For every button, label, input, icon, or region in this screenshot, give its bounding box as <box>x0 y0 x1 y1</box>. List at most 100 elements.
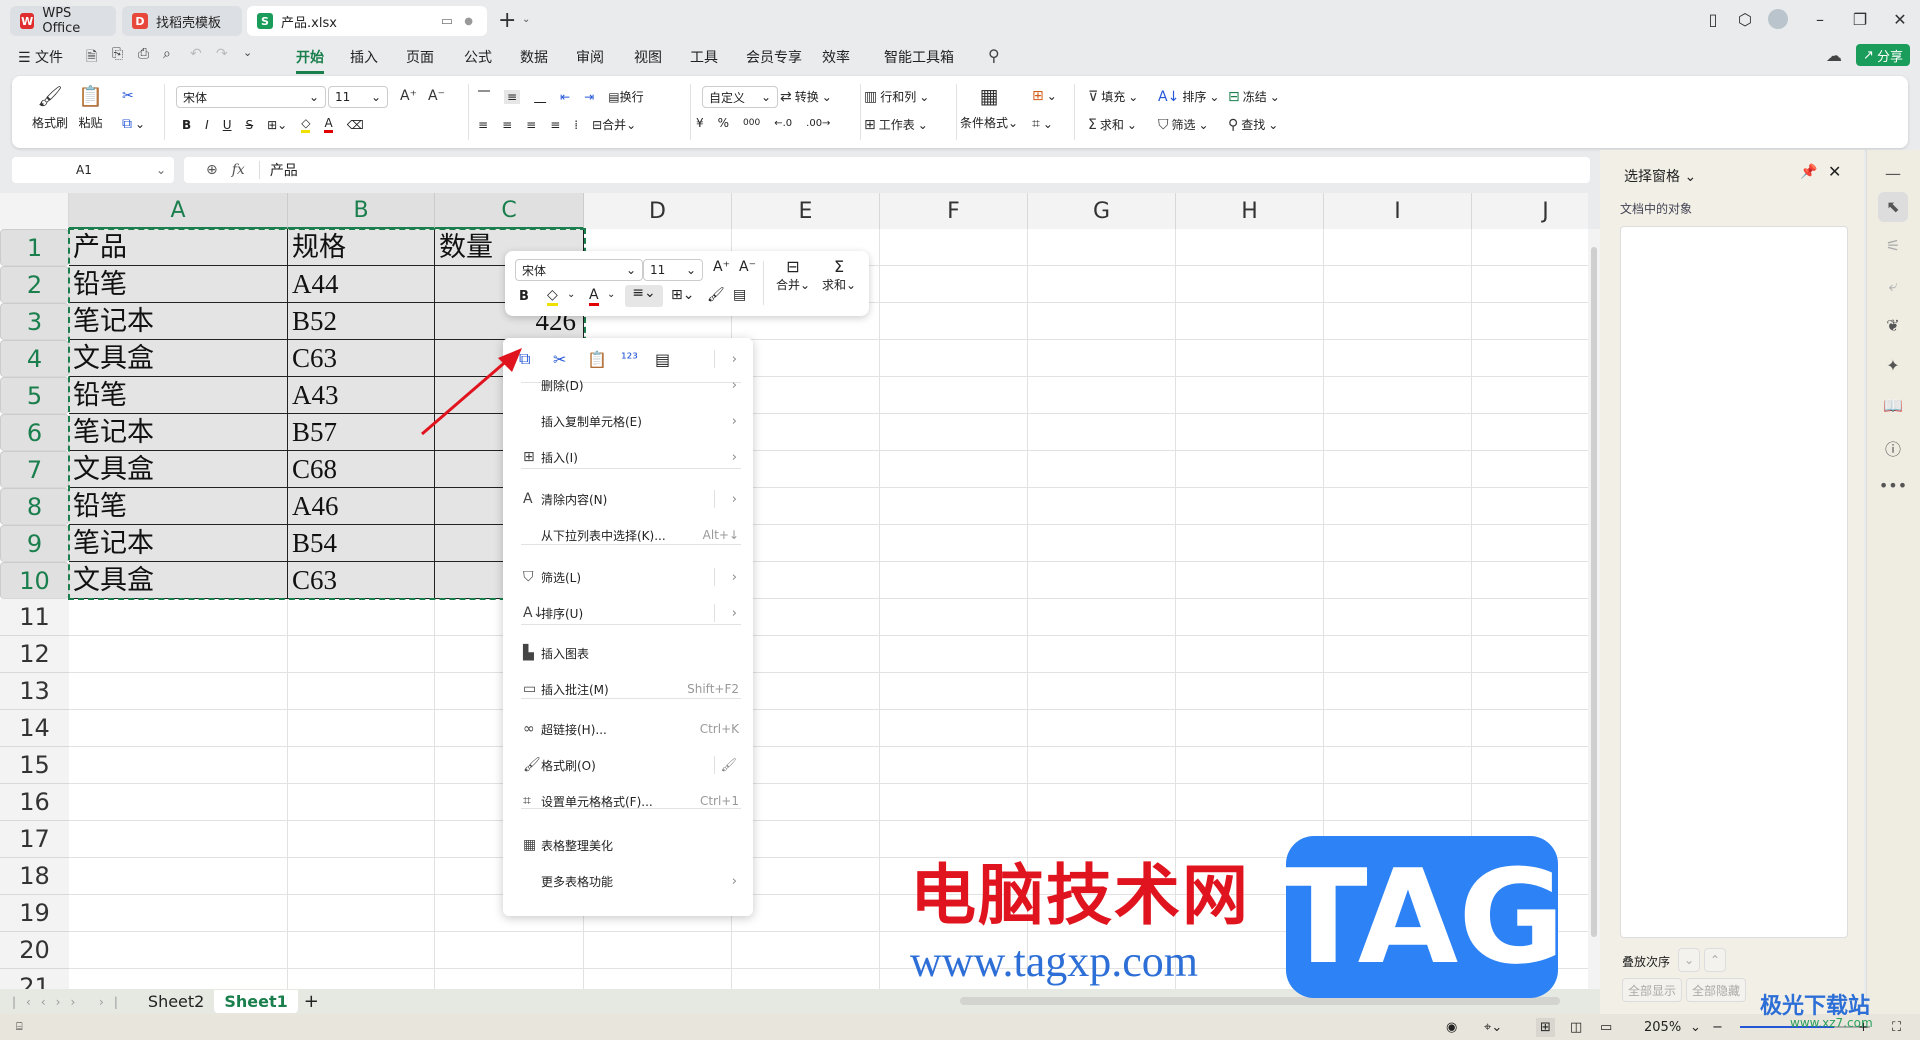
tab-8[interactable]: 会员专享 <box>746 47 802 67</box>
row-header-16[interactable]: 16 <box>0 784 69 821</box>
sheet-tab-sheet1[interactable]: Sheet1 <box>214 990 298 1013</box>
zoom-level[interactable]: 205% <box>1644 1020 1681 1035</box>
decrease-font-button[interactable]: A⁻ <box>428 88 445 104</box>
column-header-B[interactable]: B <box>288 193 435 229</box>
menu-item[interactable]: 更多表格功能 › <box>503 866 753 896</box>
align-middle-icon[interactable]: ≡ <box>504 89 521 104</box>
tab-0[interactable]: 开始 <box>296 47 324 74</box>
normal-view-icon[interactable]: ⊞ <box>1536 1017 1555 1037</box>
menu-item[interactable]: ∞ 超链接(H)... Ctrl+K <box>503 714 753 744</box>
device-icon[interactable]: ▭ <box>441 14 453 29</box>
mini-bold-button[interactable]: B <box>519 289 529 304</box>
menu-item[interactable]: A↓ 排序(U) › <box>503 598 753 628</box>
hide-all-button[interactable]: 全部隐藏 <box>1686 978 1746 1002</box>
row-header-3[interactable]: 3 <box>0 303 69 340</box>
transform-icon[interactable]: ⤶ <box>1878 276 1908 296</box>
row-header-9[interactable]: 9 <box>0 525 69 562</box>
indent-decrease-icon[interactable]: ⇤ <box>560 90 570 104</box>
tools-icon[interactable]: ✦ <box>1878 356 1908 375</box>
increase-decimal-icon[interactable]: ←.0 <box>774 118 792 129</box>
cube-icon[interactable]: ⬡ <box>1733 10 1757 29</box>
minimize-button[interactable]: – <box>1808 10 1832 29</box>
column-header-G[interactable]: G <box>1028 193 1176 229</box>
mini-border-button[interactable]: ⊞⌄ <box>671 287 694 303</box>
save-icon[interactable]: 🗎 <box>86 46 97 70</box>
file-menu[interactable]: ☰ 文件 <box>18 47 63 67</box>
eye-icon[interactable]: ◉ <box>1446 1020 1457 1035</box>
row-header-20[interactable]: 20 <box>0 932 69 969</box>
name-box[interactable]: A1 ⌄ <box>12 157 174 183</box>
show-all-button[interactable]: 全部显示 <box>1622 978 1682 1002</box>
fill-button[interactable]: ⊽ 填充 ⌄ <box>1088 88 1138 105</box>
sheet-nav-icons[interactable]: |‹‹›› ›| <box>12 995 128 1009</box>
row-header-4[interactable]: 4 <box>0 340 69 377</box>
column-header-A[interactable]: A <box>69 193 288 229</box>
book-search-icon[interactable]: 📖 <box>1878 396 1908 415</box>
vertical-scrollbar[interactable] <box>1588 229 1600 989</box>
menu-item[interactable]: 插入复制单元格(E) › <box>503 406 753 436</box>
row-header-13[interactable]: 13 <box>0 673 69 710</box>
menu-item[interactable]: ▭ 插入批注(M) Shift+F2 <box>503 674 753 704</box>
mini-wrap-icon[interactable]: ▤ <box>733 287 746 303</box>
quick-access-chevron-icon[interactable]: ⌄ <box>243 46 252 59</box>
menu-item[interactable]: 删除(D) › <box>503 370 753 400</box>
rows-cols-button[interactable]: ▥ 行和列 ⌄ <box>864 88 929 105</box>
currency-button[interactable]: ¥ <box>696 116 704 130</box>
align-bottom-icon[interactable]: ⎽ <box>534 89 546 104</box>
increase-font-button[interactable]: A⁺ <box>400 88 417 104</box>
share-button[interactable]: ↗ 分享 <box>1856 44 1910 66</box>
phone-icon[interactable]: ▯ <box>1701 10 1725 29</box>
cut-button[interactable]: ✂ <box>122 88 134 104</box>
chevron-down-icon[interactable]: ⌄ <box>567 289 575 300</box>
column-header-I[interactable]: I <box>1324 193 1472 229</box>
paste-special-icon[interactable]: ▤ <box>655 350 670 369</box>
zoom-out-button[interactable]: − <box>1712 1020 1723 1035</box>
menu-item[interactable]: 🖌 格式刷(O) 🖌 <box>503 750 753 780</box>
font-color-button[interactable]: A <box>324 116 333 133</box>
fx-button[interactable]: fx <box>232 162 245 178</box>
scrollbar-thumb[interactable] <box>1591 247 1597 937</box>
italic-button[interactable]: I <box>205 118 209 132</box>
column-header-J[interactable]: J <box>1472 193 1588 229</box>
bold-button[interactable]: B <box>182 118 191 132</box>
menu-item[interactable]: ⌗ 设置单元格格式(F)... Ctrl+1 <box>503 786 753 816</box>
strikethrough-button[interactable]: S <box>246 118 254 132</box>
row-header-21[interactable]: 21 <box>0 969 69 989</box>
font-size-select[interactable]: 11 ⌄ <box>328 86 388 108</box>
restore-button[interactable]: ❐ <box>1848 10 1872 29</box>
column-header-H[interactable]: H <box>1176 193 1324 229</box>
move-up-button[interactable]: ⌃ <box>1704 948 1726 972</box>
tab-9[interactable]: 效率 <box>822 47 850 67</box>
align-right-icon[interactable]: ≡ <box>526 118 536 132</box>
align-center-icon[interactable]: ≡ <box>502 118 512 132</box>
mini-font-select[interactable]: 宋体 ⌄ <box>515 259 643 281</box>
percent-button[interactable]: % <box>718 116 729 130</box>
close-button[interactable]: ✕ <box>1888 10 1912 29</box>
number-format-select[interactable]: 自定义 ⌄ <box>702 86 778 108</box>
align-left-icon[interactable]: ≡ <box>478 118 488 132</box>
mini-merge-button[interactable]: ⊟ 合并⌄ <box>773 257 813 293</box>
macro-icon[interactable]: ⌸ <box>16 1020 23 1034</box>
paste-values-icon[interactable]: ¹²³ <box>621 351 638 367</box>
close-icon[interactable]: ✕ <box>1828 162 1841 181</box>
pane-title[interactable]: 选择窗格 ⌄ <box>1624 166 1696 186</box>
tab-7[interactable]: 工具 <box>690 47 718 67</box>
row-header-1[interactable]: 1 <box>0 229 69 266</box>
row-header-5[interactable]: 5 <box>0 377 69 414</box>
tab-2[interactable]: 页面 <box>406 47 434 67</box>
avatar[interactable] <box>1768 9 1788 29</box>
more-icon[interactable]: ••• <box>1878 476 1908 495</box>
format-painter-button[interactable]: 🖌 格式刷 <box>32 84 68 131</box>
pin-icon[interactable]: 📌 <box>1800 164 1817 180</box>
column-header-D[interactable]: D <box>584 193 732 229</box>
copy-button[interactable]: ⧉ ⌄ <box>122 116 145 132</box>
column-header-C[interactable]: C <box>435 193 584 229</box>
chevron-down-icon[interactable]: ⌄ <box>1690 1020 1701 1035</box>
chevron-down-icon[interactable]: ⌄ <box>607 289 615 300</box>
thousands-button[interactable]: 000 <box>743 118 760 128</box>
tab-product-xlsx[interactable]: S 产品.xlsx ▭ ● <box>247 6 487 36</box>
row-header-15[interactable]: 15 <box>0 747 69 784</box>
wrap-text-button[interactable]: ▤换行 <box>608 88 643 105</box>
decrease-font-icon[interactable]: A⁻ <box>739 259 756 275</box>
select-all-corner[interactable] <box>0 193 69 229</box>
